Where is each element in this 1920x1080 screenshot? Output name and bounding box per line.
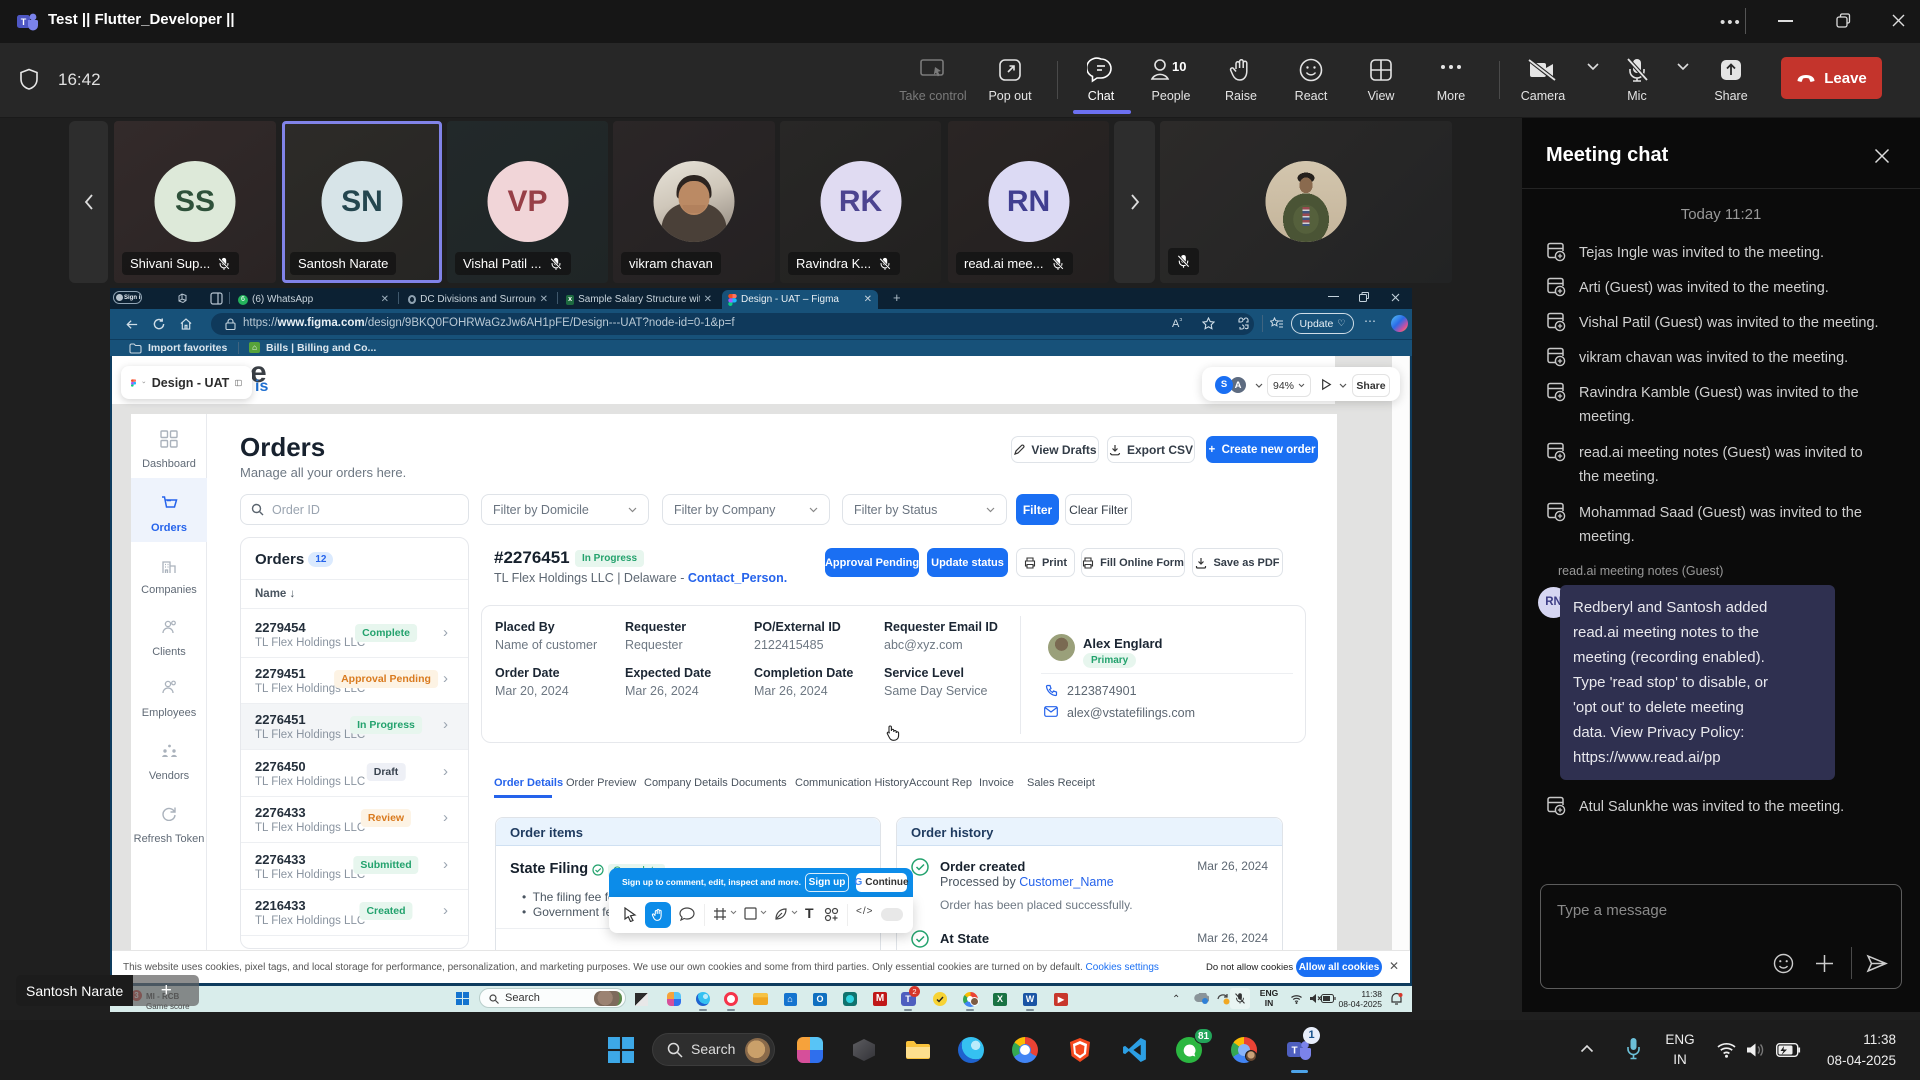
svg-text:10: 10 bbox=[1172, 59, 1186, 74]
svg-text:T: T bbox=[21, 17, 27, 27]
